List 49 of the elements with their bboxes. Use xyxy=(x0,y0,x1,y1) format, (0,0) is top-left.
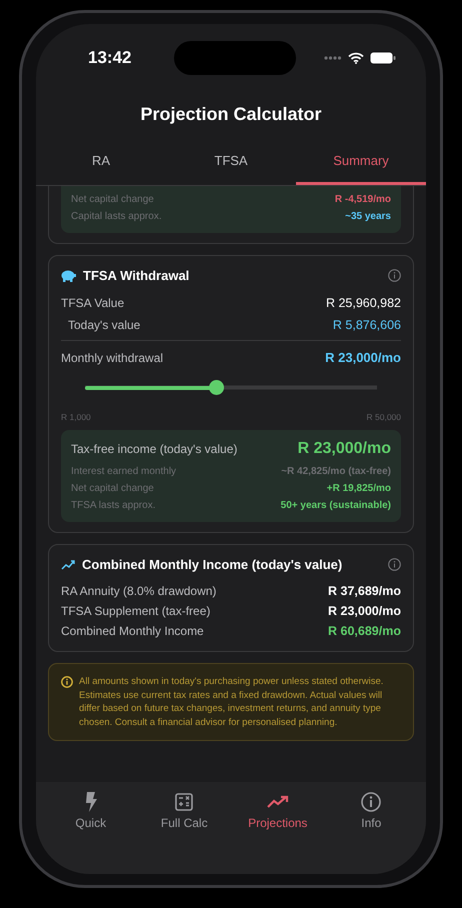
row-label: Today's value xyxy=(67,318,140,332)
card-title: Combined Monthly Income (today's value) xyxy=(82,557,342,572)
row-label: TFSA Supplement (tax-free) xyxy=(61,604,210,618)
tab-bar-item[interactable]: Projections xyxy=(232,788,323,836)
info-icon[interactable] xyxy=(388,269,401,282)
info-icon[interactable] xyxy=(388,558,401,571)
row-value: +R 19,825/mo xyxy=(326,483,391,494)
row-label: Capital lasts approx. xyxy=(71,211,162,222)
lightning-icon xyxy=(84,792,98,812)
row-label: TFSA lasts approx. xyxy=(71,500,156,511)
info-icon xyxy=(61,676,73,688)
row-label: Net capital change xyxy=(71,483,154,494)
row-value: R 5,876,606 xyxy=(332,318,401,332)
row-value: R 37,689/mo xyxy=(328,584,401,598)
tab-bar-item[interactable]: Full Calc xyxy=(139,788,230,836)
notice-text: All amounts shown in today's purchasing power unless stated otherwise. Estimates use current tax rates and a fixed drawdown. Actual values will differ based on future tax changes, investment returns, and annuity type chosen. Consult a financial advisor for personalised planning. xyxy=(79,675,384,729)
info-icon xyxy=(361,792,382,812)
screen-title: Projection Calculator xyxy=(139,103,323,126)
row-label: TFSA Value xyxy=(61,296,124,310)
wifi-icon xyxy=(348,52,364,64)
tab[interactable]: TFSA xyxy=(166,147,296,185)
card-title: TFSA Withdrawal xyxy=(83,268,190,283)
row-label: Net capital change xyxy=(71,194,154,205)
row-label: RA Annuity (8.0% drawdown) xyxy=(61,584,216,598)
trend-up-icon xyxy=(61,560,75,570)
row-value: R -4,519/mo xyxy=(334,194,391,205)
tab-bar-item[interactable]: Info xyxy=(326,788,416,836)
slider-min-label: R 1,000 xyxy=(61,412,91,422)
tab-bar-item[interactable]: Quick xyxy=(46,788,136,836)
battery-icon xyxy=(370,52,396,64)
slider-label: Monthly withdrawal xyxy=(61,350,164,364)
row-label: Combined Monthly Income xyxy=(61,624,204,638)
row-value: ~35 years xyxy=(345,211,391,222)
status-time: 13:42 xyxy=(88,48,132,68)
slider-value: R 23,000/mo xyxy=(325,350,401,365)
piggy-bank-icon xyxy=(61,269,76,282)
row-value: R 60,689/mo xyxy=(328,624,401,638)
result-value: R 23,000/mo xyxy=(298,440,391,458)
row-value: R 25,960,982 xyxy=(326,296,401,310)
signal-icon xyxy=(324,56,342,60)
slider-thumb[interactable] xyxy=(209,380,224,395)
result-label: Tax-free income (today's value) xyxy=(71,442,238,456)
row-label: Interest earned monthly xyxy=(71,466,176,477)
row-value: 50+ years (sustainable) xyxy=(280,500,391,511)
row-value: R 23,000/mo xyxy=(328,604,401,618)
calculator-icon xyxy=(175,792,194,812)
slider-max-label: R 50,000 xyxy=(366,412,401,422)
tab[interactable]: RA xyxy=(36,147,166,185)
row-value: ~R 42,825/mo (tax-free) xyxy=(281,466,391,477)
